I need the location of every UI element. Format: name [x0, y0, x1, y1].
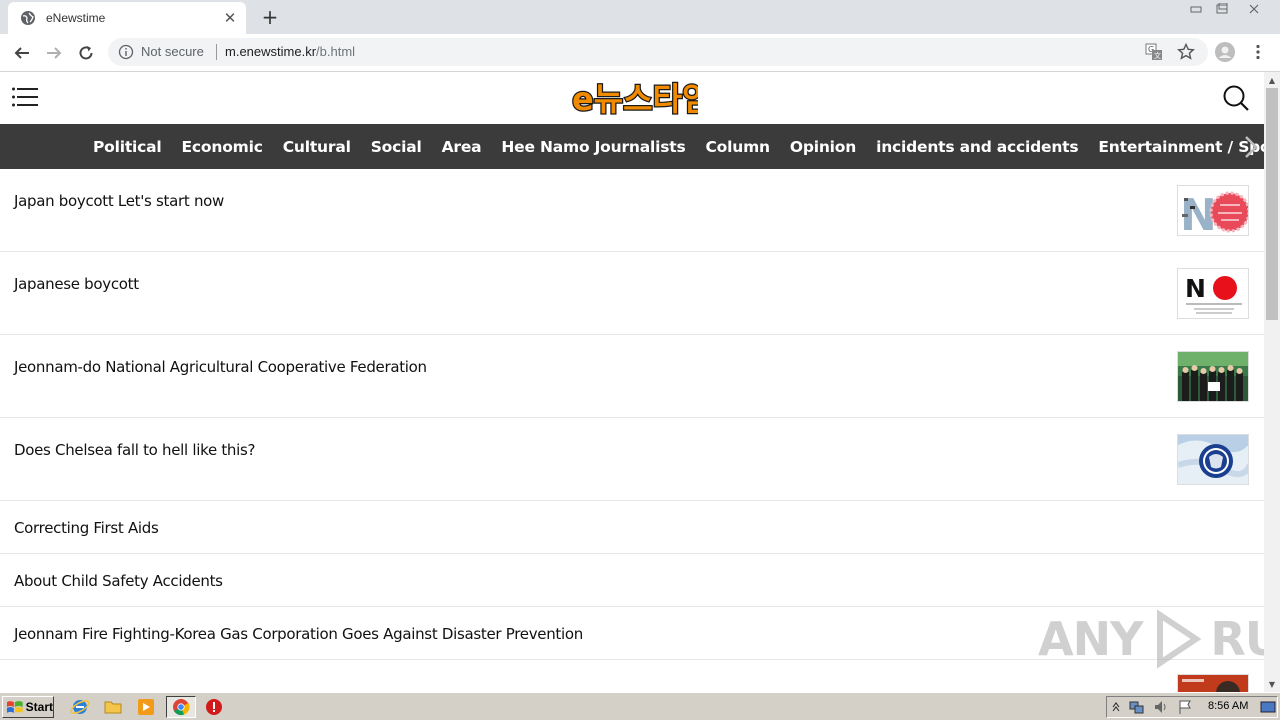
scroll-down-arrow-icon[interactable]: ▼ — [1264, 676, 1280, 692]
play-icon — [1157, 609, 1202, 669]
site-header: e뉴스타임 — [0, 72, 1264, 124]
list-item[interactable]: About Child Safety Accidents — [0, 554, 1264, 607]
bookmark-star-icon[interactable] — [1176, 42, 1196, 62]
category-nav: Political Economic Cultural Social Area Hee N… — [0, 124, 1280, 169]
globe-icon — [21, 11, 35, 25]
list-item[interactable]: Jeonnam-do National Agricultural Coopera… — [0, 335, 1264, 418]
show-desktop-icon[interactable] — [1260, 699, 1276, 715]
nav-category-item[interactable]: incidents and accidents — [866, 138, 1088, 156]
forward-arrow-icon[interactable] — [41, 40, 67, 66]
article-title[interactable]: Does Chelsea fall to hell like this? — [14, 441, 255, 459]
nav-category-item[interactable]: Column — [696, 138, 780, 156]
system-tray — [1106, 696, 1278, 718]
menu-kebab-icon[interactable] — [1248, 42, 1268, 62]
network-icon[interactable] — [1129, 699, 1145, 715]
browser-toolbar: Not secure m.enewstime.kr/b.html G文 — [0, 34, 1280, 72]
nav-category-item[interactable]: Political — [83, 138, 172, 156]
taskbar: Start 8:56 AM — [0, 692, 1280, 720]
article-thumbnail[interactable] — [1177, 434, 1249, 485]
start-button[interactable]: Start — [2, 696, 54, 718]
scroll-up-arrow-icon[interactable]: ▲ — [1264, 72, 1280, 88]
article-thumbnail[interactable] — [1177, 351, 1249, 402]
article-title[interactable]: Jeonnam Fire Fighting-Korea Gas Corporat… — [14, 625, 583, 643]
article-title[interactable]: Japan boycott Let's start now — [14, 192, 224, 210]
list-item[interactable]: Japanese boycott N — [0, 252, 1264, 335]
nav-category-item[interactable]: Opinion — [780, 138, 866, 156]
nav-category-item[interactable]: Area — [432, 138, 492, 156]
hamburger-menu-icon[interactable] — [12, 86, 38, 108]
maximize-icon[interactable] — [1206, 0, 1238, 18]
back-arrow-icon[interactable] — [9, 40, 35, 66]
close-tab-icon[interactable]: ✕ — [220, 8, 240, 28]
svg-text:e뉴스타임: e뉴스타임 — [572, 80, 698, 118]
nav-category-item[interactable]: Hee Namo Journalists — [491, 138, 695, 156]
article-title[interactable]: Japanese boycott — [14, 275, 139, 293]
security-label: Not secure — [141, 44, 204, 59]
nav-category-item[interactable]: Social — [361, 138, 432, 156]
reload-icon[interactable] — [73, 40, 99, 66]
url-text[interactable]: m.enewstime.kr/b.html — [225, 44, 355, 59]
article-thumbnail[interactable]: N — [1177, 268, 1249, 319]
search-icon[interactable] — [1222, 84, 1250, 112]
omnibox-separator — [216, 44, 217, 60]
start-label: Start — [25, 700, 53, 714]
tab-strip: eNewstime ✕ + — [0, 0, 1280, 34]
media-player-icon[interactable] — [136, 697, 156, 717]
browser-tab[interactable]: eNewstime ✕ — [8, 2, 246, 34]
article-title[interactable]: Correcting First Aids — [14, 519, 159, 537]
profile-avatar-icon[interactable] — [1215, 42, 1235, 62]
volume-icon[interactable] — [1153, 699, 1169, 715]
site-logo[interactable]: e뉴스타임 — [568, 76, 713, 120]
chevron-right-icon[interactable] — [1240, 134, 1262, 160]
address-bar[interactable]: Not secure m.enewstime.kr/b.html — [108, 38, 1208, 66]
chrome-icon[interactable] — [171, 697, 191, 717]
list-item[interactable]: Correcting First Aids — [0, 501, 1264, 554]
tab-title: eNewstime — [46, 11, 106, 25]
article-title[interactable]: Jeonnam-do National Agricultural Coopera… — [14, 358, 427, 376]
nav-category-item[interactable]: Cultural — [273, 138, 361, 156]
article-thumbnail[interactable]: N — [1177, 185, 1249, 236]
new-tab-button[interactable]: + — [258, 5, 282, 29]
stop-sign-icon[interactable] — [204, 697, 224, 717]
nav-category-item[interactable]: Economic — [172, 138, 273, 156]
browser-chrome: eNewstime ✕ + Not secure m.enewstime.kr/… — [0, 0, 1280, 72]
translate-icon[interactable]: G文 — [1144, 42, 1164, 62]
svg-text:文: 文 — [1154, 51, 1161, 60]
list-item[interactable]: Does Chelsea fall to hell like this? — [0, 418, 1264, 501]
close-window-icon[interactable] — [1238, 0, 1270, 18]
svg-text:N: N — [1185, 274, 1206, 303]
watermark: ANY RUN — [1038, 608, 1280, 670]
folder-icon[interactable] — [103, 697, 123, 717]
scrollbar-thumb[interactable] — [1266, 88, 1278, 320]
windows-logo-icon — [6, 701, 23, 713]
tray-expand-icon[interactable] — [1111, 700, 1121, 714]
internet-explorer-icon[interactable] — [70, 697, 90, 717]
page-scrollbar[interactable]: ▲ ▼ — [1264, 72, 1280, 692]
article-title[interactable]: About Child Safety Accidents — [14, 572, 223, 590]
clock[interactable]: 8:56 AM — [1208, 700, 1248, 712]
info-icon[interactable] — [118, 44, 134, 60]
action-center-flag-icon[interactable] — [1177, 699, 1193, 715]
list-item[interactable]: Japan boycott Let's start now N — [0, 169, 1264, 252]
